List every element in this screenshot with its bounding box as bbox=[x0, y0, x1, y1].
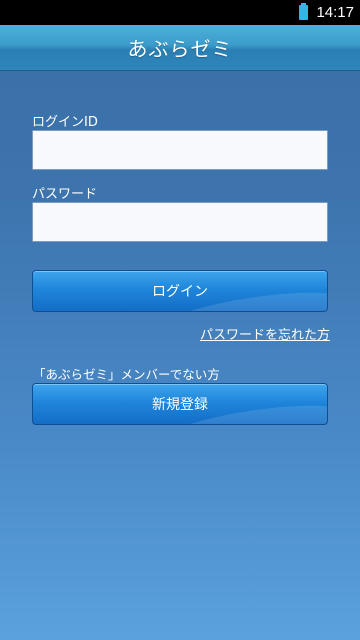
password-label: パスワード bbox=[32, 187, 98, 202]
status-bar: 14:17 bbox=[0, 0, 360, 25]
login-id-label: ログインID bbox=[32, 115, 98, 130]
login-screen: 14:17 あぶらゼミ ログインID パスワード ログイン パスワードを忘れた方… bbox=[0, 0, 360, 640]
login-id-input[interactable] bbox=[32, 130, 328, 170]
register-button[interactable]: 新規登録 bbox=[32, 383, 328, 425]
login-button-label: ログイン bbox=[152, 284, 208, 300]
forgot-password-link[interactable]: パスワードを忘れた方 bbox=[200, 324, 330, 343]
app-bar: あぶらゼミ bbox=[0, 25, 360, 71]
battery-icon bbox=[299, 3, 309, 20]
login-button[interactable]: ログイン bbox=[32, 270, 328, 312]
app-title: あぶらゼミ bbox=[127, 37, 233, 61]
password-input[interactable] bbox=[32, 202, 328, 242]
non-member-prompt: 「あぶらゼミ」メンバーでない方 bbox=[33, 367, 220, 382]
status-time: 14:17 bbox=[316, 4, 354, 21]
register-button-label: 新規登録 bbox=[152, 397, 208, 413]
